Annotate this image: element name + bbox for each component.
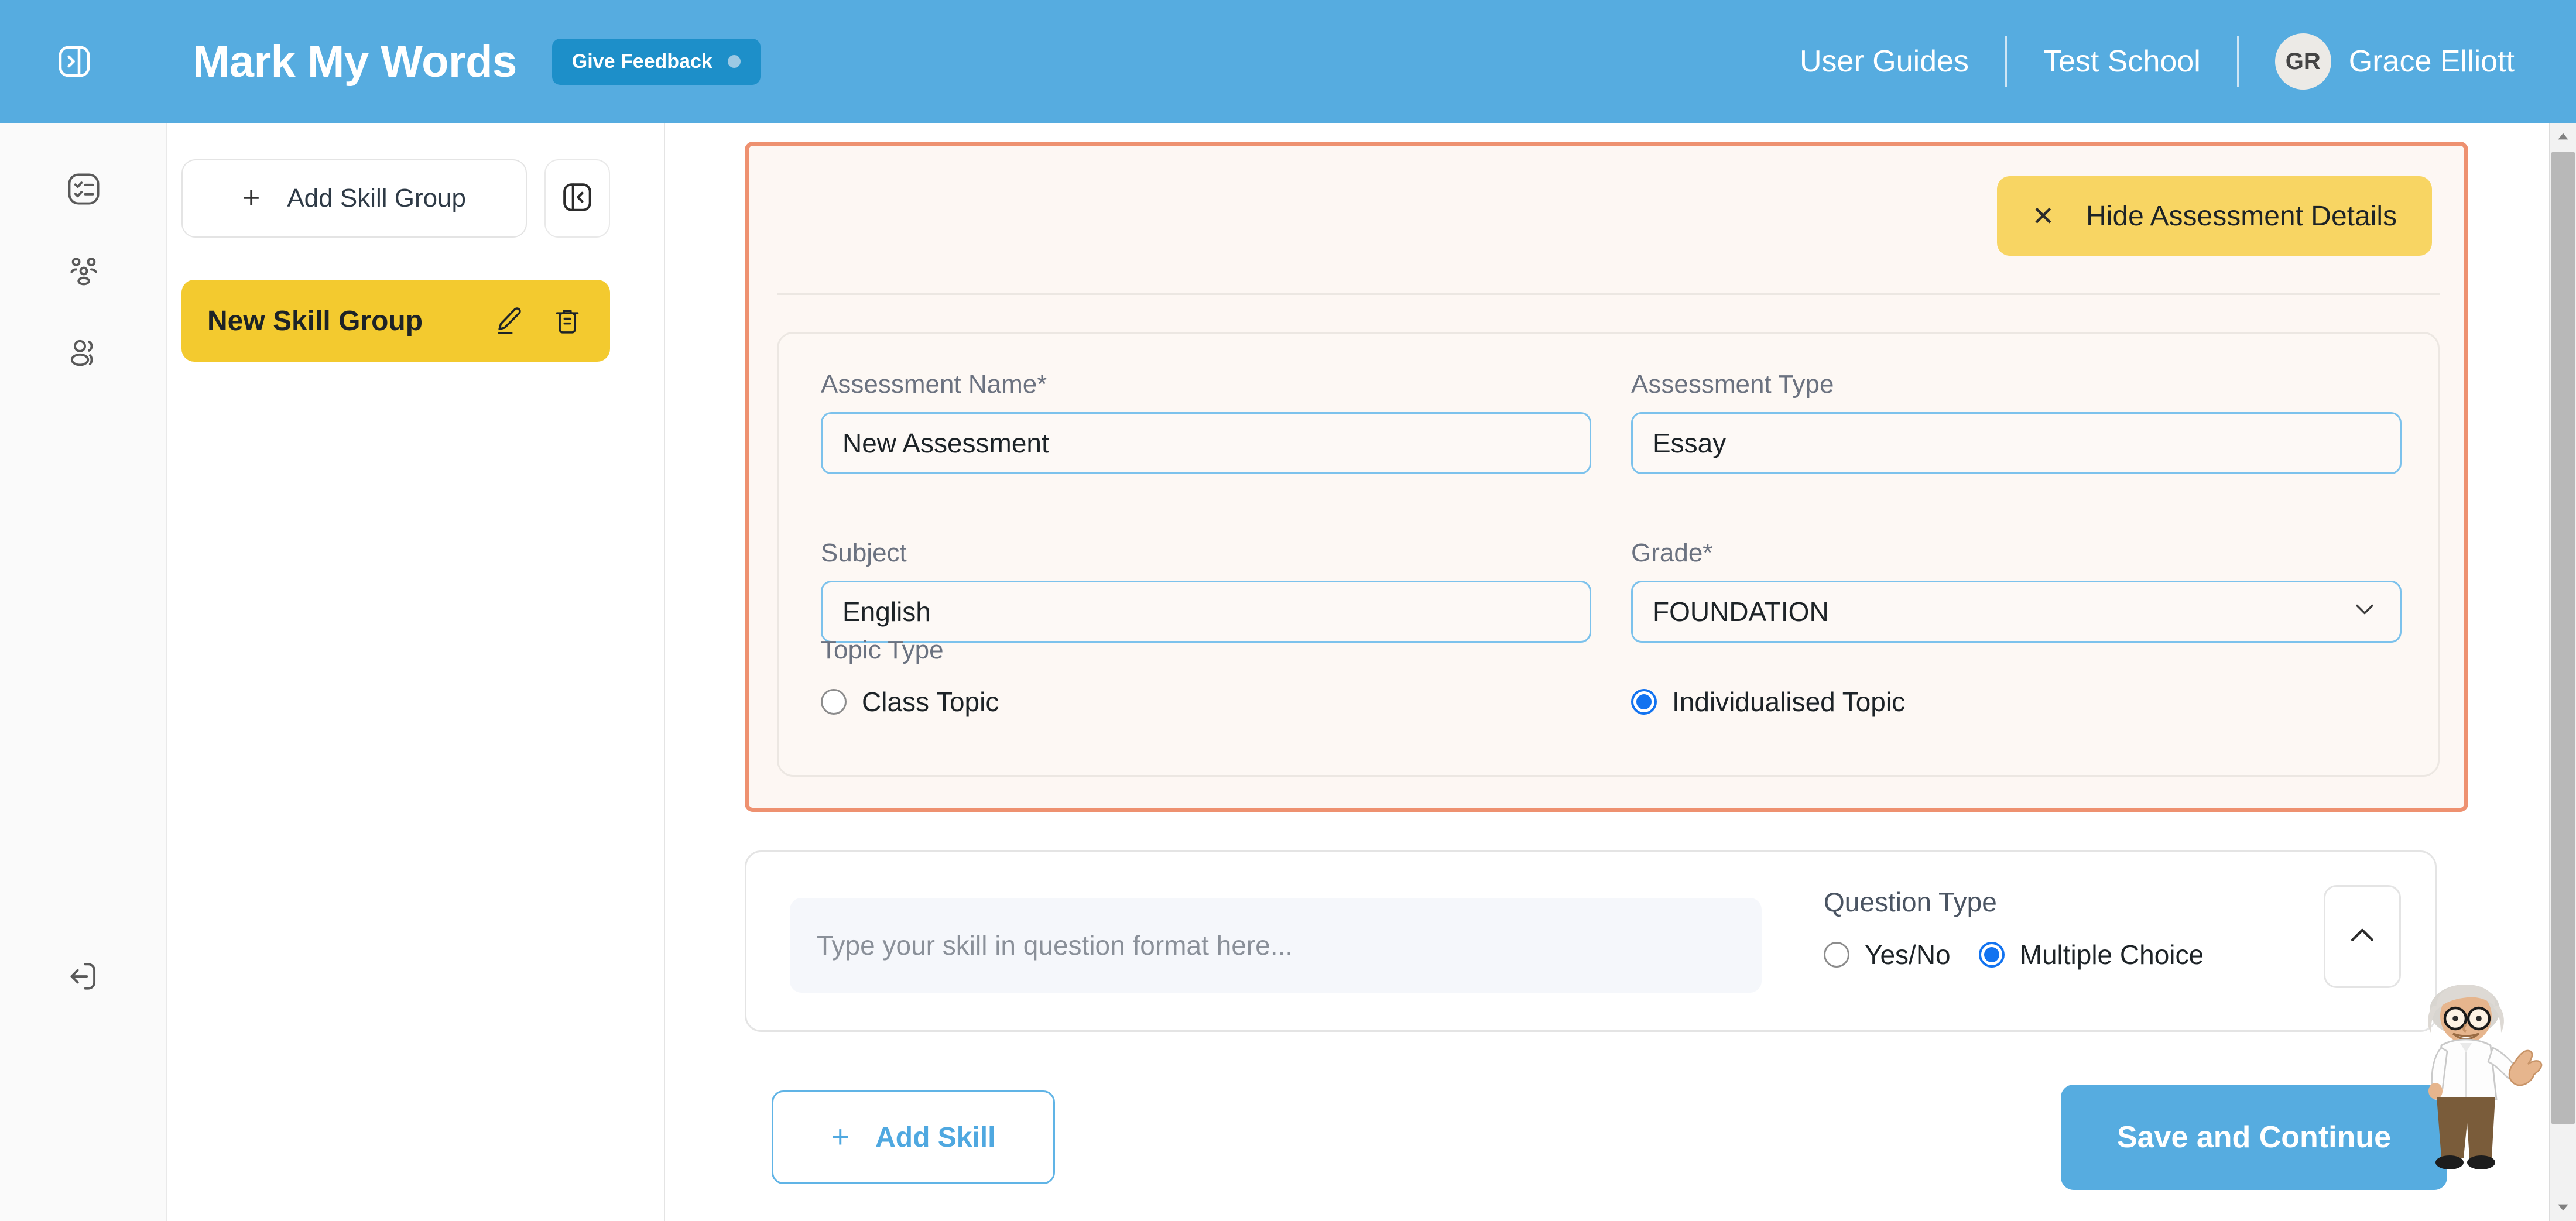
grade-label: Grade* xyxy=(1631,539,1713,567)
field-subject: Subject English xyxy=(821,539,1591,643)
grade-select[interactable]: FOUNDATION xyxy=(1631,581,2402,643)
add-skill-group-label: Add Skill Group xyxy=(287,184,467,212)
icon-rail xyxy=(0,123,167,1221)
panel-divider xyxy=(777,293,2440,295)
chevron-up-icon xyxy=(2344,917,2380,956)
question-type-group: Question Type Yes/No Multiple Choice xyxy=(1824,886,2245,970)
avatar[interactable]: GR xyxy=(2274,33,2331,90)
feedback-status-dot xyxy=(727,55,741,68)
app-root: Mark My Words Give Feedback User Guides … xyxy=(0,0,2576,1221)
radio-multiple-choice-indicator xyxy=(1978,942,2005,968)
sidebar-item-groups[interactable] xyxy=(0,237,167,307)
skill-question-input[interactable]: Type your skill in question format here.… xyxy=(790,898,1762,993)
panel-collapse-left-icon xyxy=(560,180,594,217)
checklist-icon xyxy=(66,171,102,210)
assessment-form-grid: Assessment Name* New Assessment Assessme… xyxy=(821,370,2402,643)
scroll-up-arrow-icon[interactable] xyxy=(2550,123,2576,150)
skill-card: Type your skill in question format here.… xyxy=(745,850,2437,1032)
radio-class-topic[interactable]: Class Topic xyxy=(821,686,1631,718)
radio-individualised-topic-indicator xyxy=(1631,689,1657,715)
assessment-type-input[interactable]: Essay xyxy=(1631,412,2402,474)
assessment-name-input[interactable]: New Assessment xyxy=(821,412,1591,474)
brand-title: Mark My Words xyxy=(193,36,517,87)
skill-group-item-actions xyxy=(492,304,584,338)
topic-type-group: Topic Type Class Topic Individualised To… xyxy=(821,636,2402,718)
close-x-icon: ✕ xyxy=(2032,201,2055,231)
subject-label: Subject xyxy=(821,539,907,567)
people-group-icon xyxy=(66,253,102,292)
collapse-panel-button[interactable] xyxy=(544,159,610,238)
sidebar-item-assessments[interactable] xyxy=(0,155,167,225)
logout-icon xyxy=(66,958,102,997)
pencil-icon[interactable] xyxy=(492,304,526,338)
skill-group-toolbar: + Add Skill Group xyxy=(181,159,610,238)
user-name[interactable]: Grace Elliott xyxy=(2349,44,2515,79)
plus-icon: + xyxy=(831,1119,850,1155)
give-feedback-label: Give Feedback xyxy=(571,50,712,73)
hide-assessment-details-label: Hide Assessment Details xyxy=(2086,200,2397,232)
user-guides-link[interactable]: User Guides xyxy=(1800,44,1969,79)
skill-group-panel: + Add Skill Group New Skill Group xyxy=(169,123,665,1221)
subject-input[interactable]: English xyxy=(821,581,1591,643)
grade-value: FOUNDATION xyxy=(1653,596,1829,627)
sidebar-item-students[interactable] xyxy=(0,319,167,389)
vertical-scrollbar[interactable] xyxy=(2549,123,2576,1221)
logout-button[interactable] xyxy=(0,942,167,1013)
header-right: User Guides Test School GR Grace Elliott xyxy=(1800,33,2576,90)
hide-assessment-details-button[interactable]: ✕ Hide Assessment Details xyxy=(1996,176,2432,256)
assessment-type-label: Assessment Type xyxy=(1631,370,1834,399)
header-left: Mark My Words Give Feedback xyxy=(0,36,761,87)
header-divider xyxy=(2236,36,2239,87)
radio-yes-no[interactable]: Yes/No xyxy=(1824,939,1951,970)
scrollbar-thumb[interactable] xyxy=(2551,152,2575,1124)
question-type-radios: Yes/No Multiple Choice xyxy=(1824,939,2245,970)
school-name[interactable]: Test School xyxy=(2043,44,2201,79)
assessment-details-panel: ✕ Hide Assessment Details Assessment Nam… xyxy=(745,142,2468,812)
skill-group-item-label: New Skill Group xyxy=(207,305,423,337)
radio-yes-no-label: Yes/No xyxy=(1865,939,1951,970)
radio-individualised-topic-label: Individualised Topic xyxy=(1672,687,1906,717)
save-and-continue-button[interactable]: Save and Continue xyxy=(2061,1085,2447,1190)
main-content: ✕ Hide Assessment Details Assessment Nam… xyxy=(666,123,2547,1221)
topic-type-label: Topic Type xyxy=(821,636,944,664)
field-grade: Grade* FOUNDATION xyxy=(1631,539,2402,643)
give-feedback-button[interactable]: Give Feedback xyxy=(551,38,761,85)
radio-yes-no-indicator xyxy=(1824,942,1849,968)
field-assessment-name: Assessment Name* New Assessment xyxy=(821,370,1591,474)
collapse-skill-button[interactable] xyxy=(2324,885,2401,988)
topic-type-radios: Class Topic Individualised Topic xyxy=(821,686,2402,718)
users-icon xyxy=(66,335,102,374)
panel-toggle-icon[interactable] xyxy=(53,40,96,83)
skill-group-item[interactable]: New Skill Group xyxy=(181,280,610,362)
radio-class-topic-indicator xyxy=(821,689,847,715)
add-skill-label: Add Skill xyxy=(875,1121,996,1153)
scroll-down-arrow-icon[interactable] xyxy=(2550,1194,2576,1221)
assessment-name-label: Assessment Name* xyxy=(821,370,1047,399)
add-skill-group-button[interactable]: + Add Skill Group xyxy=(181,159,527,238)
question-type-label: Question Type xyxy=(1824,887,1997,917)
radio-individualised-topic[interactable]: Individualised Topic xyxy=(1631,686,1905,718)
header-divider xyxy=(2005,36,2007,87)
radio-class-topic-label: Class Topic xyxy=(862,687,999,717)
app-header: Mark My Words Give Feedback User Guides … xyxy=(0,0,2576,123)
assessment-form-card: Assessment Name* New Assessment Assessme… xyxy=(777,332,2440,777)
field-assessment-type: Assessment Type Essay xyxy=(1631,370,2402,474)
trash-icon[interactable] xyxy=(550,304,584,338)
radio-multiple-choice-label: Multiple Choice xyxy=(2019,939,2204,970)
radio-multiple-choice[interactable]: Multiple Choice xyxy=(1978,939,2204,970)
plus-icon: + xyxy=(242,181,261,215)
chevron-down-icon xyxy=(2349,594,2380,630)
add-skill-button[interactable]: + Add Skill xyxy=(772,1090,1055,1184)
